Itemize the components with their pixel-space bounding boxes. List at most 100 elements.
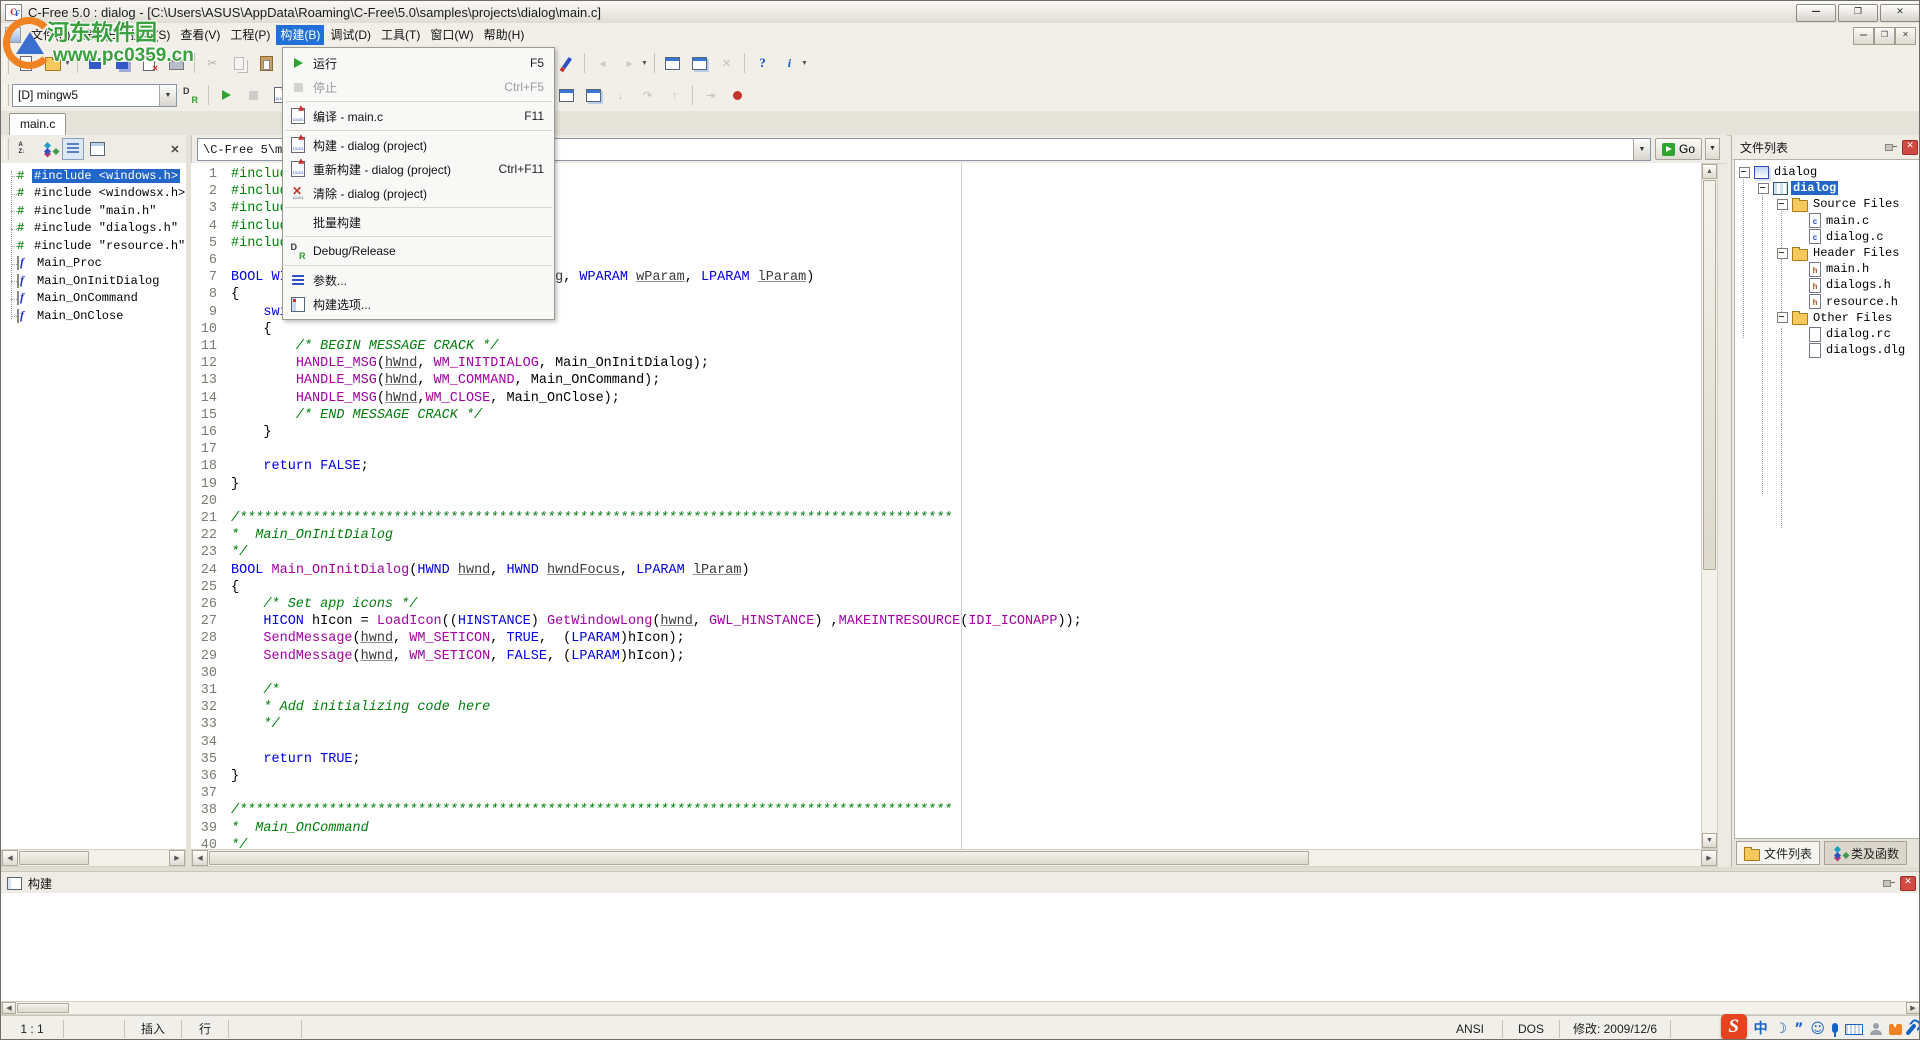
step-over-button[interactable] <box>635 83 660 108</box>
paste-button[interactable] <box>254 51 279 76</box>
menu-item-parameters[interactable]: 参数... <box>283 268 554 292</box>
person-icon[interactable] <box>1870 1023 1882 1035</box>
step-into-button[interactable] <box>608 83 633 108</box>
tree-item-dialog[interactable]: dialog <box>1739 164 1819 180</box>
copy-button[interactable] <box>227 51 252 76</box>
split-window-button[interactable] <box>687 51 712 76</box>
tree-item-dialogs-dlg[interactable]: dialogs.dlg <box>1796 342 1907 358</box>
run-to-cursor-button[interactable] <box>698 83 723 108</box>
maximize-button[interactable]: ❐ <box>1838 4 1878 22</box>
close-button[interactable]: ✕ <box>1880 4 1920 22</box>
menu-view[interactable]: 查看(V) <box>176 25 224 45</box>
menu-tools[interactable]: 工具(T) <box>377 25 424 45</box>
tree-item-dialogs-h[interactable]: dialogs.h <box>1796 277 1893 293</box>
panel-grip[interactable] <box>4 138 9 160</box>
vscroll-thumb[interactable] <box>1703 180 1716 570</box>
expand-toggle[interactable] <box>1758 183 1769 194</box>
save-all-button[interactable] <box>110 51 135 76</box>
debug-release-toggle-button[interactable] <box>178 83 203 108</box>
tree-item-main-c[interactable]: main.c <box>1796 213 1871 229</box>
scroll-right-arrow[interactable]: ▶ <box>1701 850 1717 866</box>
hscroll-thumb[interactable] <box>209 851 1309 865</box>
symbol-properties-button[interactable] <box>86 138 108 160</box>
scroll-left-arrow[interactable]: ◀ <box>192 850 208 866</box>
menu-project[interactable]: 工程(P) <box>226 25 274 45</box>
punctuation-icon[interactable]: ” <box>1794 1019 1803 1039</box>
build-output[interactable] <box>1 893 1920 1002</box>
file-panel-close-button[interactable]: ✕ <box>1902 140 1918 155</box>
symbol-item[interactable]: Main_OnInitDialog <box>17 272 161 289</box>
expand-toggle[interactable] <box>1777 248 1788 259</box>
tab-main-c[interactable]: main.c <box>9 113 66 136</box>
menu-help[interactable]: 帮助(H) <box>480 25 529 45</box>
hscroll-thumb[interactable] <box>17 1003 69 1013</box>
about-button[interactable] <box>777 51 802 76</box>
sort-alphabetic-button[interactable] <box>14 138 36 160</box>
symbol-item[interactable]: Main_OnClose <box>17 307 125 324</box>
scroll-down-arrow[interactable]: ▼ <box>1702 833 1717 848</box>
step-out-button[interactable] <box>662 83 687 108</box>
editor-hscrollbar[interactable]: ◀ ▶ <box>191 849 1718 867</box>
skin-icon[interactable] <box>1889 1024 1902 1035</box>
toolbar-grip[interactable] <box>4 52 9 74</box>
save-button[interactable] <box>83 51 108 76</box>
tree-item-Source-Files[interactable]: Source Files <box>1777 196 1901 212</box>
mdi-minimize-button[interactable]: — <box>1853 27 1874 45</box>
sogou-logo-icon[interactable]: S <box>1721 1014 1747 1040</box>
chinese-mode-icon[interactable]: 中 <box>1754 1019 1768 1039</box>
scroll-up-arrow[interactable]: ▲ <box>1702 164 1717 179</box>
menu-edit[interactable]: 编辑(E) <box>76 25 124 45</box>
help-button[interactable] <box>750 51 775 76</box>
menu-item-compile[interactable]: 编译 - main.cF11 <box>283 104 554 128</box>
tree-item-dialog[interactable]: dialog <box>1758 180 1838 196</box>
open-file-button[interactable] <box>40 51 65 76</box>
run-button[interactable] <box>214 83 239 108</box>
menu-window[interactable]: 窗口(W) <box>426 25 477 45</box>
tree-item-dialog-rc[interactable]: dialog.rc <box>1796 326 1893 342</box>
stop-button[interactable] <box>241 83 266 108</box>
toggle-breakpoint-button[interactable] <box>725 83 750 108</box>
go-button[interactable]: Go <box>1655 138 1702 160</box>
toolbar-grip[interactable] <box>4 84 9 106</box>
file-tree[interactable]: dialogdialogSource Filesmain.cdialog.cHe… <box>1734 159 1920 839</box>
group-by-type-button[interactable] <box>38 138 60 160</box>
menu-item-clean[interactable]: 清除 - dialog (project) <box>283 181 554 205</box>
chevron-down-icon[interactable]: ▼ <box>159 85 176 106</box>
expand-toggle[interactable] <box>1777 199 1788 210</box>
symbols-list[interactable]: #include <windows.h>#include <windowsx.h… <box>1 163 187 849</box>
build-panel-close-button[interactable]: ✕ <box>1900 876 1916 891</box>
scroll-left-arrow[interactable]: ◀ <box>2 1002 16 1014</box>
symbol-item[interactable]: #include "dialogs.h" <box>17 220 180 237</box>
tree-item-main-h[interactable]: main.h <box>1796 261 1871 277</box>
build-hscrollbar[interactable]: ◀ ▶ <box>1 1001 1920 1015</box>
print-button[interactable] <box>164 51 189 76</box>
cut-button[interactable] <box>200 51 225 76</box>
symbol-item[interactable]: #include <windowsx.h> <box>17 185 187 202</box>
mdi-restore-button[interactable]: ❐ <box>1874 27 1895 45</box>
symbols-hscrollbar[interactable]: ◀ ▶ <box>1 849 186 867</box>
scroll-left-arrow[interactable]: ◀ <box>2 850 18 866</box>
minimize-button[interactable]: — <box>1796 4 1836 22</box>
tree-item-Header-Files[interactable]: Header Files <box>1777 245 1901 261</box>
go-options-dropdown[interactable]: ▼ <box>1705 138 1720 160</box>
symbol-item[interactable]: #include <windows.h> <box>17 167 180 184</box>
list-view-button[interactable] <box>62 138 84 160</box>
navigate-back-button[interactable] <box>590 51 615 76</box>
smiley-icon[interactable]: ☺ <box>1810 1019 1825 1039</box>
pin-button[interactable] <box>1880 136 1902 158</box>
new-file-button[interactable] <box>13 51 38 76</box>
symbol-item[interactable]: Main_OnCommand <box>17 290 140 307</box>
symbol-item[interactable]: #include "main.h" <box>17 202 158 219</box>
tree-item-resource-h[interactable]: resource.h <box>1796 294 1900 310</box>
scroll-right-arrow[interactable]: ▶ <box>169 850 185 866</box>
hscroll-thumb[interactable] <box>19 851 89 865</box>
expand-toggle[interactable] <box>1777 312 1788 323</box>
tree-item-dialog-c[interactable]: dialog.c <box>1796 229 1886 245</box>
keyboard-icon[interactable] <box>1845 1024 1863 1035</box>
menu-build[interactable]: 构建(B) <box>276 25 324 45</box>
menu-item-batch-build[interactable]: 批量构建 <box>283 210 554 234</box>
menu-item-build[interactable]: 构建 - dialog (project) <box>283 133 554 157</box>
tree-item-Other-Files[interactable]: Other Files <box>1777 310 1894 326</box>
close-window-button[interactable] <box>714 51 739 76</box>
microphone-icon[interactable] <box>1832 1023 1838 1033</box>
